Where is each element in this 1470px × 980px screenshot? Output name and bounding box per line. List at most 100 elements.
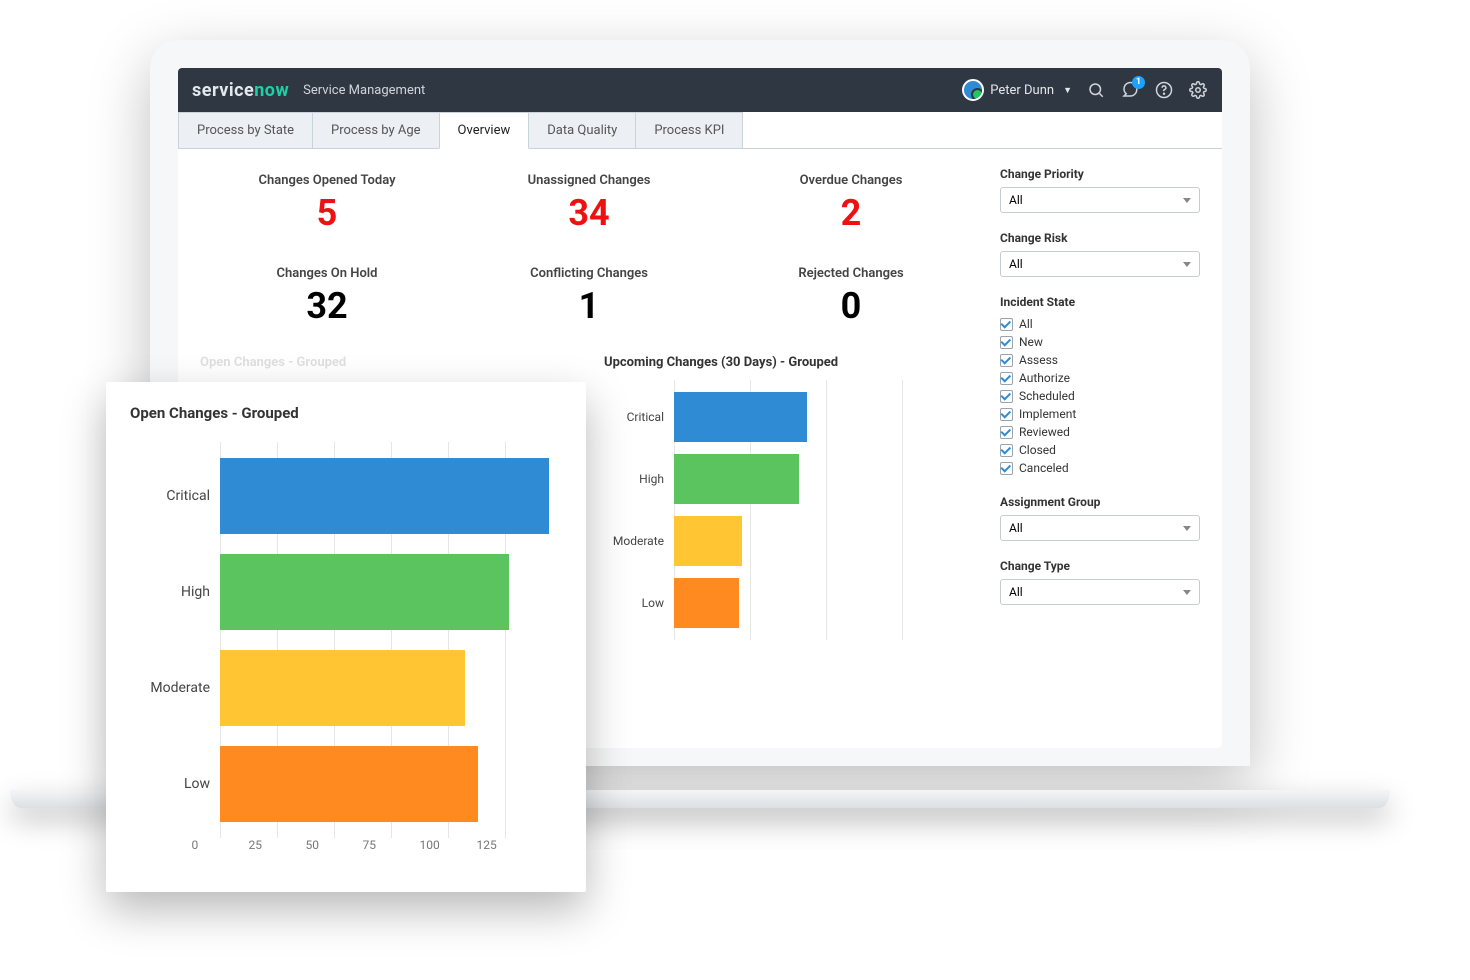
select-assignment-group[interactable]: All (1000, 515, 1200, 541)
check-icon (1000, 318, 1013, 331)
kpi-card[interactable]: Conflicting Changes 1 (462, 260, 716, 337)
bar-row-moderate[interactable]: Moderate (220, 640, 562, 736)
checkbox-label: All (1019, 317, 1033, 331)
filter-change-priority: Change Priority All (1000, 167, 1200, 213)
kpi-value: 2 (724, 192, 978, 234)
filter-change-type: Change Type All (1000, 559, 1200, 605)
checkbox-canceled[interactable]: Canceled (1000, 459, 1200, 477)
kpi-card[interactable]: Changes On Hold 32 (200, 260, 454, 337)
kpi-title: Overdue Changes (724, 173, 978, 188)
select-value: All (1009, 585, 1023, 599)
bar-row-high[interactable]: High (674, 448, 978, 510)
filter-label: Assignment Group (1000, 495, 1200, 509)
bar (674, 392, 807, 442)
kpi-card[interactable]: Changes Opened Today5 (200, 167, 454, 244)
bar-label: Moderate (604, 534, 664, 548)
bar-label: Moderate (130, 680, 210, 696)
tab-process-by-age[interactable]: Process by Age (312, 112, 440, 148)
kpi-grid-bottom: Changes On Hold32Conflicting Changes1Rej… (200, 260, 978, 337)
tab-process-by-state[interactable]: Process by State (178, 112, 313, 148)
chart-ticks: 0255075100125 (220, 838, 562, 852)
bar (220, 458, 549, 535)
filter-change-risk: Change Risk All (1000, 231, 1200, 277)
checkbox-authorize[interactable]: Authorize (1000, 369, 1200, 387)
tab-bar: Process by StateProcess by AgeOverviewDa… (178, 112, 1222, 149)
kpi-value: 0 (724, 285, 978, 327)
checkbox-reviewed[interactable]: Reviewed (1000, 423, 1200, 441)
chart-plot: CriticalHighModerateLow (220, 442, 562, 838)
tab-data-quality[interactable]: Data Quality (528, 112, 636, 148)
checkbox-closed[interactable]: Closed (1000, 441, 1200, 459)
check-icon (1000, 408, 1013, 421)
bar-label: Low (130, 776, 210, 792)
checkbox-assess[interactable]: Assess (1000, 351, 1200, 369)
kpi-grid-top: Changes Opened Today5 Unassigned Changes 3… (200, 167, 978, 244)
filter-assignment-group: Assignment Group All (1000, 495, 1200, 541)
user-menu[interactable]: Peter Dunn ▼ (962, 79, 1072, 101)
bar (674, 578, 739, 628)
select-change-type[interactable]: All (1000, 579, 1200, 605)
chart-plot: CriticalHighModerateLow (674, 380, 978, 640)
chart-title: Open Changes - Grouped (130, 404, 562, 422)
checkbox-all[interactable]: All (1000, 315, 1200, 333)
brand-suffix: now (254, 80, 289, 101)
kpi-value: 32 (200, 285, 454, 327)
check-icon (1000, 354, 1013, 367)
kpi-card[interactable]: Rejected Changes 0 (724, 260, 978, 337)
chat-icon[interactable]: 1 (1120, 80, 1140, 100)
check-icon (1000, 372, 1013, 385)
kpi-title: Changes On Hold (200, 266, 454, 281)
app-header: servicenow Service Management Peter Dunn… (178, 68, 1222, 112)
tick-label: 125 (477, 838, 534, 852)
kpi-card[interactable]: Unassigned Changes 34 (462, 167, 716, 244)
bar-row-high[interactable]: High (220, 544, 562, 640)
bar-label: High (130, 584, 210, 600)
checkbox-label: Canceled (1019, 461, 1069, 475)
avatar (962, 79, 984, 101)
checkbox-new[interactable]: New (1000, 333, 1200, 351)
chevron-down-icon: ▼ (1063, 85, 1072, 96)
bar-row-critical[interactable]: Critical (220, 448, 562, 544)
chart-title: Upcoming Changes (30 Days) - Grouped (604, 355, 978, 370)
user-name: Peter Dunn (990, 83, 1054, 98)
help-icon[interactable] (1154, 80, 1174, 100)
chat-badge: 1 (1132, 76, 1145, 89)
kpi-value: 1 (462, 285, 716, 327)
checkbox-label: Assess (1019, 353, 1058, 367)
bar-row-critical[interactable]: Critical (674, 386, 978, 448)
select-change-risk[interactable]: All (1000, 251, 1200, 277)
kpi-value: 34 (462, 192, 716, 234)
check-icon (1000, 426, 1013, 439)
kpi-title: Unassigned Changes (462, 173, 716, 188)
bar (674, 454, 799, 504)
tab-process-kpi[interactable]: Process KPI (635, 112, 743, 148)
checkbox-label: Authorize (1019, 371, 1070, 385)
bar (220, 554, 509, 631)
gear-icon[interactable] (1188, 80, 1208, 100)
chart-upcoming-changes: Upcoming Changes (30 Days) - Grouped Cri… (604, 355, 978, 640)
checkbox-implement[interactable]: Implement (1000, 405, 1200, 423)
search-icon[interactable] (1086, 80, 1106, 100)
kpi-title: Conflicting Changes (462, 266, 716, 281)
popout-chart-open-changes: Open Changes - Grouped CriticalHighModer… (106, 382, 586, 892)
select-change-priority[interactable]: All (1000, 187, 1200, 213)
bar-row-low[interactable]: Low (674, 572, 978, 634)
bar-row-moderate[interactable]: Moderate (674, 510, 978, 572)
tick-label: 100 (420, 838, 477, 852)
checkbox-list: All New Assess Authorize ScheduledImplementR… (1000, 315, 1200, 477)
bar-label: Low (604, 596, 664, 610)
checkbox-label: New (1019, 335, 1043, 349)
bar (220, 746, 478, 823)
filter-label: Change Type (1000, 559, 1200, 573)
kpi-title: Rejected Changes (724, 266, 978, 281)
kpi-card[interactable]: Overdue Changes 2 (724, 167, 978, 244)
tick-label: 0 (192, 838, 249, 852)
tab-overview[interactable]: Overview (439, 112, 530, 149)
check-icon (1000, 336, 1013, 349)
filter-label: Change Priority (1000, 167, 1200, 181)
brand-logo: servicenow (192, 80, 289, 101)
hbar-chart: CriticalHighModerateLow (604, 380, 978, 640)
bar-row-low[interactable]: Low (220, 736, 562, 832)
kpi-value: 5 (200, 192, 454, 234)
checkbox-scheduled[interactable]: Scheduled (1000, 387, 1200, 405)
